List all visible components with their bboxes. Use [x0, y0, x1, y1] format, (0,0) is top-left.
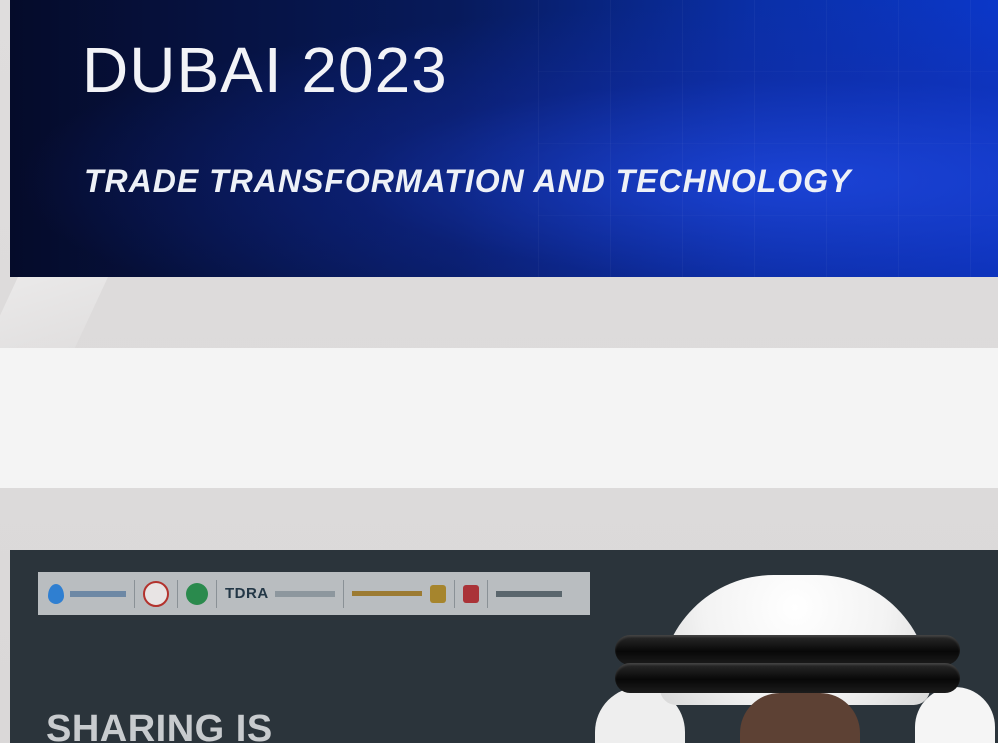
tdra-logo: TDRA	[225, 580, 335, 608]
blue-drop-logo	[48, 580, 126, 608]
gold-cyber-security-logo	[351, 580, 446, 608]
black-agal-upper	[615, 635, 960, 665]
gold-logo-text-mark	[351, 591, 422, 596]
blue-logo-text-mark	[70, 590, 126, 597]
logo-separator	[342, 579, 344, 608]
page: DUBAI 2023 TRADE TRANSFORMATION AND TECH…	[0, 0, 998, 743]
central-bank-text-mark	[495, 590, 562, 597]
speaker-portrait	[595, 575, 995, 743]
tdra-logo-secondary-text	[274, 590, 335, 597]
logo-separator	[486, 579, 488, 608]
uae-emblem-logo	[462, 580, 479, 608]
sharing-headline: SHARING IS	[46, 708, 273, 743]
red-circle-logo	[143, 580, 169, 608]
banner-title: DUBAI 2023	[82, 34, 448, 106]
sharing-panel: TDRA SHARING IS	[10, 550, 998, 743]
banner-subtitle: TRADE TRANSFORMATION AND TECHNOLOGY	[84, 163, 852, 199]
speaker-face	[740, 693, 860, 743]
uae-emblem-icon	[462, 584, 479, 603]
logo-separator	[177, 579, 178, 608]
red-circle-icon	[143, 580, 169, 607]
dubai-2023-banner: DUBAI 2023 TRADE TRANSFORMATION AND TECH…	[10, 0, 998, 277]
drop-icon	[48, 583, 64, 604]
logo-separator	[216, 579, 217, 608]
gold-emblem-icon	[429, 584, 446, 603]
tdra-logo-text: TDRA	[225, 585, 269, 602]
green-emblem-logo	[186, 580, 208, 608]
partner-logo-bar: TDRA	[38, 572, 590, 615]
central-bank-logo	[495, 580, 562, 608]
light-horizontal-strip	[0, 348, 998, 488]
green-emblem-icon	[186, 582, 208, 605]
logo-separator	[453, 579, 455, 608]
logo-separator	[134, 579, 135, 608]
black-agal-lower	[615, 663, 960, 693]
